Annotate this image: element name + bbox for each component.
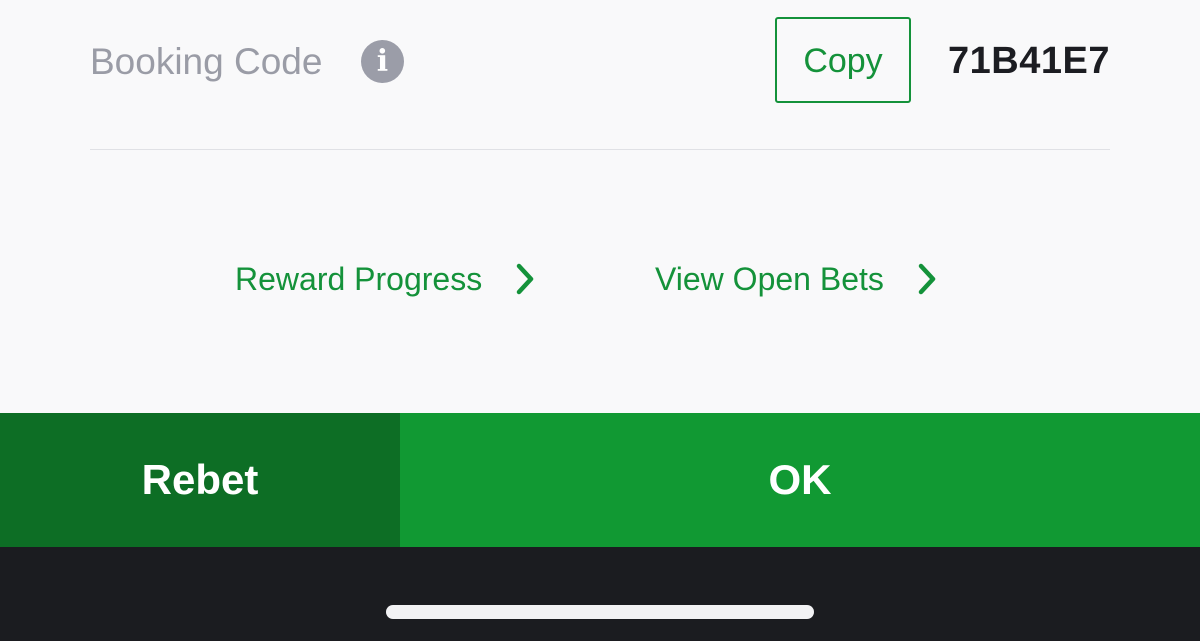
booking-code-row: Booking Code i Copy 71B41E7 xyxy=(90,16,1110,108)
view-open-bets-link[interactable]: View Open Bets xyxy=(655,256,937,302)
booking-code-label: Booking Code xyxy=(90,41,323,82)
ok-button[interactable]: OK xyxy=(400,413,1200,547)
chevron-right-icon xyxy=(918,263,936,294)
reward-progress-link[interactable]: Reward Progress xyxy=(235,256,535,302)
chevron-right-icon xyxy=(516,263,534,294)
rebet-button[interactable]: Rebet xyxy=(0,413,400,547)
view-open-bets-label: View Open Bets xyxy=(655,261,884,297)
bet-confirmation-panel: Booking Code i Copy 71B41E7 Reward Progr… xyxy=(0,0,1200,413)
copy-button[interactable]: Copy xyxy=(775,17,911,103)
system-bottom-bar xyxy=(0,547,1200,641)
info-icon[interactable]: i xyxy=(361,40,404,83)
home-indicator[interactable] xyxy=(386,605,814,619)
divider xyxy=(90,149,1110,150)
booking-code-value: 71B41E7 xyxy=(948,40,1110,82)
action-bar: Rebet OK xyxy=(0,413,1200,547)
reward-progress-label: Reward Progress xyxy=(235,261,483,297)
